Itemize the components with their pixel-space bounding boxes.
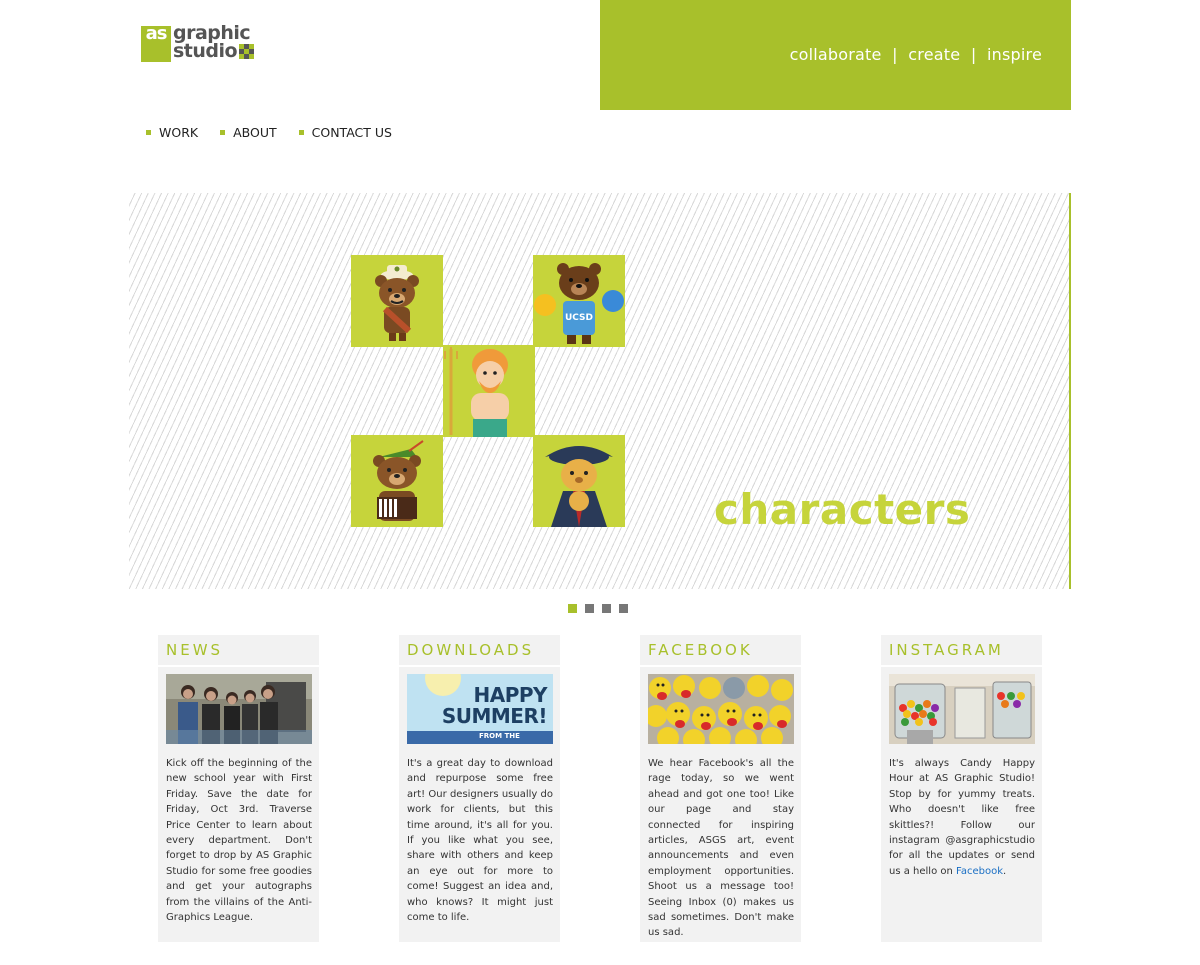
hero-slider[interactable]: UCSD characters — [129, 193, 1071, 589]
character-tile-cheer-bear: UCSD — [533, 255, 625, 347]
instagram-candy-photo[interactable] — [889, 674, 1035, 744]
facebook-panel: FACEBOOK We hear Facebook's all the rage… — [640, 635, 801, 942]
divider — [640, 665, 801, 667]
slider-dot-1[interactable] — [568, 604, 577, 613]
pirate-bear-icon — [545, 446, 613, 527]
bullet-icon — [146, 130, 151, 135]
logo-as-text: as — [145, 23, 168, 44]
nav-contact-us[interactable]: CONTACT US — [298, 125, 392, 140]
cheer-shirt-text: UCSD — [565, 313, 593, 323]
cheer-bear-icon: UCSD — [534, 263, 624, 344]
robin-bear-icon — [373, 440, 424, 521]
instagram-panel: INSTAGRAM It's always Candy Happy Hour a… — [881, 635, 1042, 942]
slider-dot-4[interactable] — [619, 604, 628, 613]
sun-icon — [425, 674, 461, 696]
tagline-text: collaborate | create | inspire — [789, 45, 1042, 64]
nav-about-label: ABOUT — [233, 125, 277, 140]
facebook-title: FACEBOOK — [648, 641, 753, 659]
news-title: NEWS — [166, 641, 224, 659]
logo-as-mark: as — [141, 23, 171, 62]
nav-work[interactable]: WORK — [146, 125, 198, 140]
team-photo-image — [166, 674, 312, 744]
character-tile-pirate-bear — [533, 435, 625, 527]
news-team-photo[interactable] — [166, 674, 312, 744]
nav-contact-label: CONTACT US — [311, 125, 392, 140]
banner-summer: SUMMER! — [441, 704, 548, 728]
main-nav: WORK ABOUT CONTACT US — [146, 125, 392, 140]
bullet-icon — [220, 130, 226, 135]
tagline-banner: collaborate | create | inspire — [600, 0, 1071, 110]
candy-photo-image — [889, 674, 1035, 744]
scout-bear-icon — [375, 265, 419, 341]
banner-from-the: FROM THE — [479, 732, 520, 740]
facebook-text: We hear Facebook's all the rage today, s… — [648, 758, 794, 939]
logo-line-2: studio — [173, 40, 238, 62]
character-tile-triton — [443, 345, 535, 437]
instagram-text: It's always Candy Happy Hour at AS Graph… — [889, 756, 1035, 879]
slider-dot-2[interactable] — [585, 604, 594, 613]
slider-pagination — [568, 604, 628, 613]
plush-photo-image — [648, 674, 794, 744]
news-panel: NEWS Kick off the beginning of the new s… — [158, 635, 319, 942]
facebook-link[interactable]: Facebook — [956, 866, 1003, 877]
instagram-text-body: It's always Candy Happy Hour at AS Graph… — [889, 758, 1035, 877]
instagram-text-end: . — [1003, 865, 1007, 877]
facebook-plush-photo[interactable] — [648, 674, 794, 744]
nav-work-label: WORK — [159, 125, 199, 140]
bullet-icon — [298, 130, 304, 135]
slider-dot-3[interactable] — [602, 604, 611, 613]
checker-icon — [239, 44, 255, 59]
nav-about[interactable]: ABOUT — [220, 125, 277, 140]
banner-footer-bar: FROM THE — [407, 731, 553, 744]
instagram-title: INSTAGRAM — [889, 641, 1004, 659]
divider — [881, 665, 1042, 667]
downloads-title: DOWNLOADS — [407, 641, 535, 659]
downloads-text: It's a great day to download and repurpo… — [407, 758, 553, 924]
downloads-panel: DOWNLOADS HAPPY SUMMER! FROM THE It's a … — [399, 635, 560, 942]
news-text: Kick off the beginning of the new school… — [166, 758, 312, 924]
character-tile-scout-bear — [351, 255, 443, 347]
character-tile-robin-bear — [351, 435, 443, 527]
logo-wordmark: graphic studio — [173, 24, 255, 62]
slide-caption: characters — [714, 485, 971, 534]
divider — [399, 665, 560, 667]
site-logo[interactable]: as graphic studio — [141, 24, 261, 64]
triton-icon — [444, 347, 509, 437]
divider — [158, 665, 319, 667]
downloads-banner-image[interactable]: HAPPY SUMMER! FROM THE — [407, 674, 553, 744]
